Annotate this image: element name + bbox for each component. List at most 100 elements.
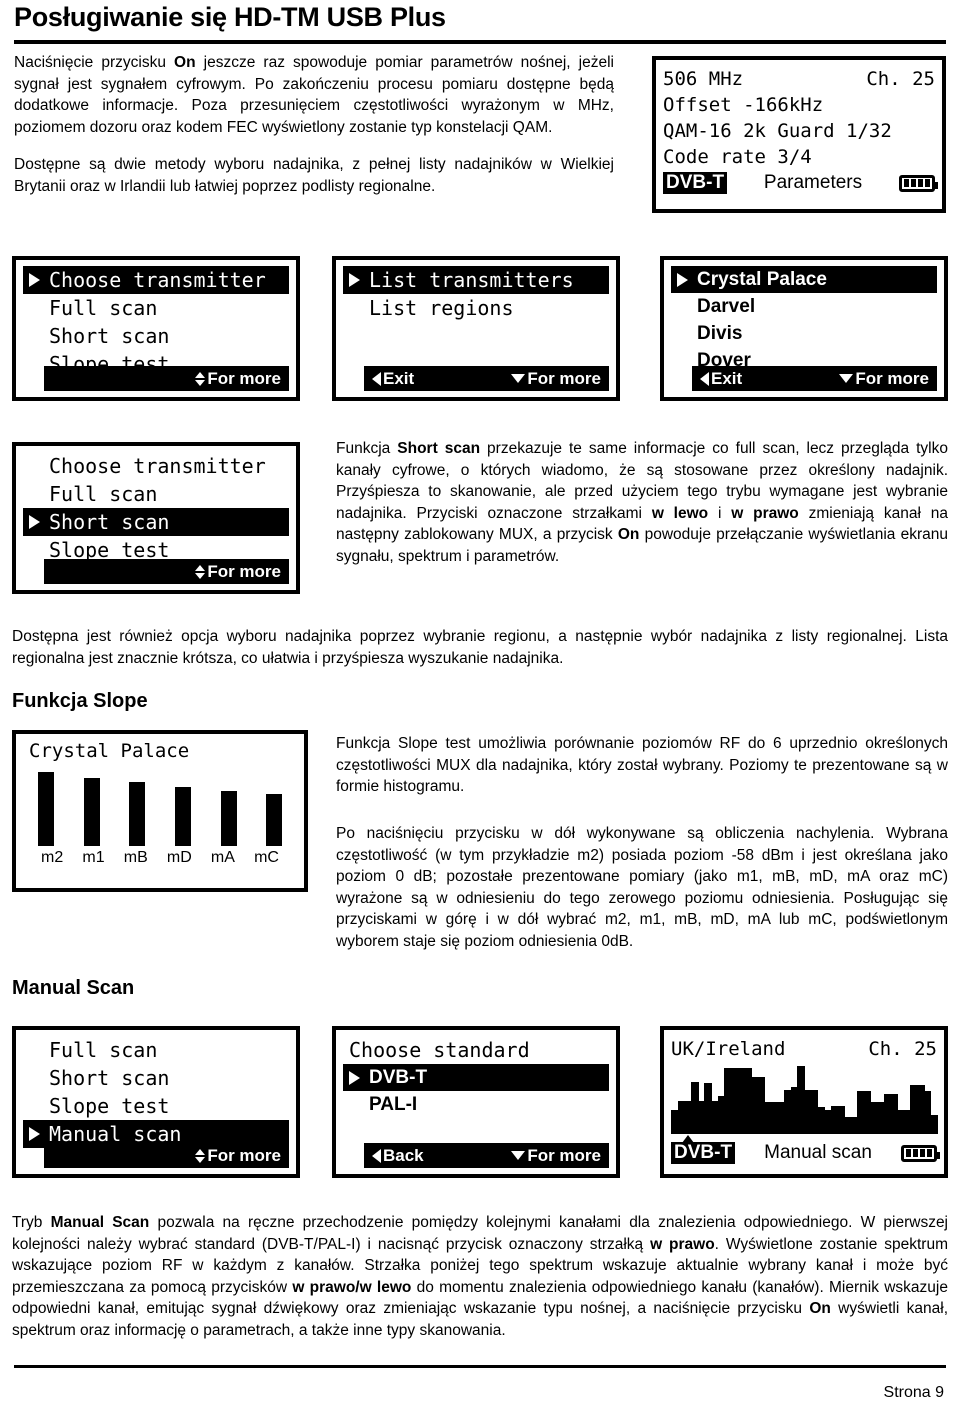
status-badge: DVB-T [663,172,728,194]
parameters-frequency: 506 MHz [663,68,744,90]
footbar-more-hint: For more [195,1146,281,1166]
lcd-transmitter-list-screen[interactable]: Crystal Palace Darvel Divis Dover Exit F… [660,256,948,401]
menu-item-full-scan[interactable]: Full scan [23,1036,289,1064]
histogram-bar [174,786,191,846]
spectrum-region-label: UK/Ireland [671,1038,786,1060]
footbar-more-hint: For more [195,562,281,582]
menu-item-short-scan[interactable]: Short scan [23,322,289,350]
histogram-bar [37,772,54,846]
footbar-back-hint[interactable]: Back [372,1146,424,1166]
status-mode-label: Manual scan [764,1142,872,1163]
intro-paragraph-2: Dostępne są dwie metody wyboru nadajnika… [14,156,614,195]
updown-arrow-icon [195,564,206,579]
battery-icon [901,1144,940,1162]
spectrum-channel-label: Ch. 25 [868,1038,937,1060]
menu-item-full-scan[interactable]: Full scan [23,294,289,322]
histogram-label: mB [123,849,148,866]
region-paragraph: Dostępna jest również opcja wyboru nadaj… [12,628,948,667]
menu-item-short-scan[interactable]: Short scan [23,1064,289,1092]
menu-item-divis[interactable]: Divis [671,320,937,347]
parameters-status-line: DVB-T Parameters [663,172,938,194]
footbar-more-label: For more [207,561,281,581]
updown-arrow-icon [195,1148,206,1163]
lcd-spectrum-screen: UK/Ireland Ch. 25 DVB-T Manual scan [660,1026,948,1178]
footbar-more-label: For more [207,368,281,388]
slope-paragraph-2: Po naciśnięciu przycisku w dół wykonywan… [336,825,948,950]
page: Posługiwanie się HD-TM USB Plus Naciśnię… [0,0,960,1410]
lcd-slope-histogram-screen: Crystal Palace m2 m1 mB mD mA mC [12,730,308,892]
status-badge: DVB-T [671,1142,736,1164]
lcd-footbar: For more [44,1143,289,1168]
parameters-line-2: Offset -166kHz [663,94,824,116]
down-arrow-icon [511,374,526,383]
lcd-choose-transmitter-screen[interactable]: Choose transmitter Full scan Short scan … [12,256,300,401]
title-divider [14,40,946,44]
parameters-line-1: 506 MHz Ch. 25 [663,66,935,92]
spectrum-bar [930,1115,938,1134]
footbar-exit-hint[interactable]: Exit [700,369,742,389]
menu-item-choose-transmitter[interactable]: Choose transmitter [23,452,289,480]
lcd-footbar: Exit For more [364,366,609,391]
parameters-channel: Ch. 25 [866,68,935,90]
menu-item-crystal-palace[interactable]: Crystal Palace [671,266,937,293]
choose-standard-title: Choose standard [349,1038,530,1062]
lcd-footbar: Exit For more [692,366,937,391]
lcd-manual-menu-screen[interactable]: Full scan Short scan Slope test Manual s… [12,1026,300,1178]
histogram-bar [266,794,283,846]
manual-scan-paragraph: Tryb Manual Scan pozwala na ręczne przec… [12,1214,949,1339]
menu-item-short-scan[interactable]: Short scan [23,508,289,536]
menu-item-full-scan[interactable]: Full scan [23,480,289,508]
page-title: Posługiwanie się HD-TM USB Plus [14,2,446,32]
footbar-more-hint[interactable]: For more [839,369,929,389]
menu-item-choose-transmitter[interactable]: Choose transmitter [23,266,289,294]
spectrum-channel-marker [681,1135,694,1143]
section-heading-slope: Funkcja Slope [12,690,148,712]
menu-item-pal-i[interactable]: PAL-I [343,1091,609,1118]
histogram-bars [23,772,297,846]
left-arrow-icon [700,371,709,386]
spectrum-header: UK/Ireland Ch. 25 [671,1036,937,1062]
footbar-exit-label: Exit [383,368,415,388]
lcd-footbar: Back For more [364,1143,609,1168]
histogram-labels: m2 m1 mB mD mA mC [23,849,297,867]
lcd-parameters-screen: 506 MHz Ch. 25 Offset -166kHz QAM-16 2k … [652,56,946,213]
down-arrow-icon [839,374,854,383]
menu-item-dvb-t[interactable]: DVB-T [343,1064,609,1091]
histogram-label: mA [210,849,235,866]
histogram-label: m2 [41,849,64,866]
left-arrow-icon [372,371,381,386]
histogram-label: m1 [82,849,105,866]
footbar-more-label: For more [527,1145,601,1165]
left-arrow-icon [372,1148,381,1163]
intro-p1-bold: On [174,54,196,71]
footbar-more-label: For more [527,368,601,388]
histogram-label: mD [166,849,192,866]
menu-item-darvel[interactable]: Darvel [671,293,937,320]
intro-paragraph-1: Naciśnięcie przycisku On jeszcze raz spo… [14,52,614,138]
footbar-more-hint[interactable]: For more [511,369,601,389]
histogram-bar [220,791,237,846]
menu-item-list-regions[interactable]: List regions [343,294,609,322]
status-mode-label: Parameters [763,172,863,193]
histogram-bar [129,782,146,846]
short-scan-paragraph: Funkcja Short scan przekazuje te same in… [336,440,948,565]
footbar-exit-hint[interactable]: Exit [372,369,414,389]
spectrum-graph [671,1066,938,1143]
menu-item-list-transmitters[interactable]: List transmitters [343,266,609,294]
histogram-title: Crystal Palace [29,740,190,762]
intro-p1-a: Naciśnięcie przycisku [14,54,175,71]
footbar-more-hint[interactable]: For more [511,1146,601,1166]
histogram-bar [83,777,100,846]
footbar-back-label: Back [383,1145,424,1165]
down-arrow-icon [511,1151,526,1160]
footbar-exit-label: Exit [711,368,743,388]
lcd-short-scan-screen[interactable]: Choose transmitter Full scan Short scan … [12,442,300,594]
parameters-line-3: QAM-16 2k Guard 1/32 [663,120,892,142]
lcd-footbar: For more [44,366,289,391]
updown-arrow-icon [195,371,206,386]
footer-page-number: Strona 9 [883,1384,944,1401]
lcd-choose-standard-screen[interactable]: Choose standard DVB-T PAL-I Back For mor… [332,1026,620,1178]
menu-item-slope-test[interactable]: Slope test [23,1092,289,1120]
footbar-more-label: For more [855,368,929,388]
lcd-list-screen[interactable]: List transmitters List regions Exit For … [332,256,620,401]
